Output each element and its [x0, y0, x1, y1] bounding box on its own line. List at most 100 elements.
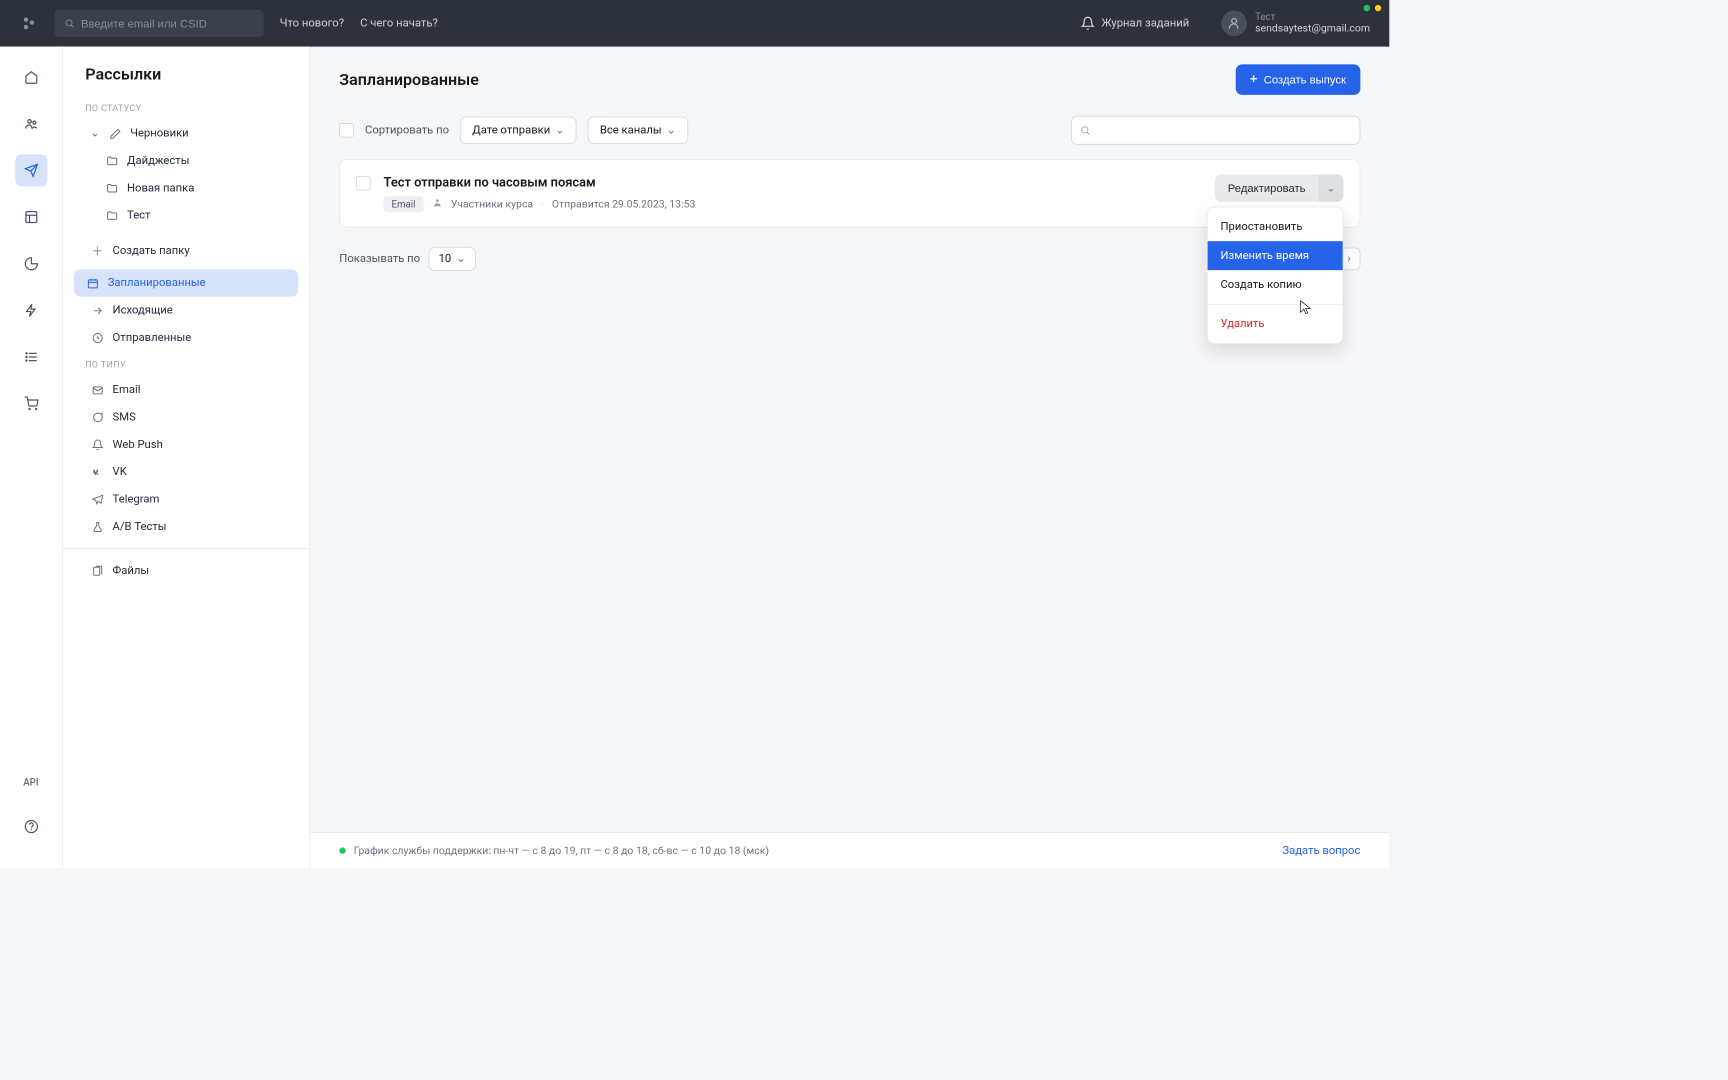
chevron-right-icon: ›	[1347, 252, 1350, 265]
pencil-icon	[108, 126, 122, 140]
global-search[interactable]	[55, 10, 264, 37]
user-menu[interactable]: Тест sendsaytest@gmail.com	[1221, 10, 1370, 36]
sidebar-create-folder[interactable]: ＋ Создать папку	[63, 237, 310, 264]
sort-dropdown[interactable]: Дате отправки ⌄	[460, 117, 576, 144]
send-time-label: Отправится 29.05.2023, 13:53	[552, 198, 695, 210]
sidebar-drafts[interactable]: ⌄ Черновики	[63, 120, 310, 147]
sidebar-item-label: Telegram	[113, 493, 160, 506]
nav-lists[interactable]	[15, 341, 47, 373]
search-icon	[1080, 125, 1091, 136]
whats-new-link[interactable]: Что нового?	[280, 17, 344, 30]
sidebar-sent[interactable]: Отправленные	[63, 324, 310, 351]
nav-templates[interactable]	[15, 201, 47, 233]
person-icon	[1227, 16, 1241, 30]
plus-icon: +	[1250, 72, 1258, 86]
sidebar-ab-tests[interactable]: A/B Тесты	[63, 513, 310, 540]
sidebar-new-folder[interactable]: Новая папка	[63, 174, 310, 201]
sidebar-telegram[interactable]: Telegram	[63, 486, 310, 513]
people-icon	[24, 117, 38, 131]
edit-button[interactable]: Редактировать	[1215, 174, 1318, 201]
page-title: Запланированные	[339, 70, 479, 89]
channel-dropdown[interactable]: Все каналы ⌄	[588, 117, 688, 144]
sidebar-test[interactable]: Тест	[63, 202, 310, 229]
dropdown-value: Все каналы	[600, 124, 662, 137]
menu-change-time[interactable]: Изменить время	[1208, 241, 1343, 270]
menu-delete[interactable]: Удалить	[1208, 310, 1343, 339]
vk-icon	[90, 465, 104, 479]
sidebar-item-label: A/B Тесты	[113, 520, 167, 533]
main-content: Запланированные + Создать выпуск Сортиро…	[310, 47, 1389, 869]
edit-dropdown-toggle[interactable]: ⌄	[1318, 174, 1343, 201]
global-search-input[interactable]	[81, 17, 254, 30]
button-label: Создать выпуск	[1264, 73, 1346, 86]
ask-question-link[interactable]: Задать вопрос	[1282, 844, 1360, 857]
row-checkbox[interactable]	[356, 176, 370, 190]
sidebar-sms[interactable]: SMS	[63, 404, 310, 431]
nav-reports[interactable]	[15, 248, 47, 280]
menu-copy[interactable]: Создать копию	[1208, 270, 1343, 299]
sidebar: Рассылки ПО СТАТУСУ ⌄ Черновики Дайджест…	[63, 47, 311, 869]
mac-traffic-lights	[1364, 5, 1382, 11]
chevron-down-icon: ⌄	[90, 127, 100, 140]
campaign-title: Тест отправки по часовым поясам	[384, 174, 1203, 189]
sidebar-item-label: Черновики	[130, 127, 188, 140]
campaign-card[interactable]: Тест отправки по часовым поясам Email Уч…	[339, 159, 1360, 227]
app-logo[interactable]	[19, 14, 38, 33]
sidebar-item-label: Тест	[127, 209, 150, 222]
sidebar-item-label: Создать папку	[113, 244, 190, 257]
sidebar-webpush[interactable]: Web Push	[63, 431, 310, 458]
folder-icon	[105, 154, 119, 168]
sidebar-outgoing[interactable]: Исходящие	[63, 297, 310, 324]
nav-campaigns[interactable]	[15, 154, 47, 186]
status-dot-icon	[339, 847, 345, 853]
per-page-dropdown[interactable]: 10 ⌄	[428, 247, 476, 271]
getting-started-link[interactable]: С чего начать?	[360, 17, 438, 30]
nav-home[interactable]	[15, 61, 47, 93]
sidebar-item-label: Файлы	[113, 564, 150, 577]
pie-icon	[24, 256, 38, 270]
menu-pause[interactable]: Приостановить	[1208, 212, 1343, 241]
create-issue-button[interactable]: + Создать выпуск	[1235, 64, 1360, 95]
send-icon	[24, 163, 38, 177]
help-icon	[24, 819, 38, 833]
avatar	[1221, 10, 1247, 36]
audience-label: Участники курса	[451, 198, 533, 210]
chevron-down-icon: ⌄	[666, 124, 675, 137]
list-search[interactable]	[1071, 116, 1360, 145]
list-search-input[interactable]	[1091, 124, 1352, 137]
nav-audience[interactable]	[15, 108, 47, 140]
folder-icon	[105, 208, 119, 222]
bell-icon	[1080, 16, 1094, 30]
dropdown-value: 10	[439, 252, 452, 265]
sidebar-item-label: Исходящие	[113, 304, 173, 317]
nav-commerce[interactable]	[15, 388, 47, 420]
select-all-checkbox[interactable]	[339, 123, 353, 137]
user-email: sendsaytest@gmail.com	[1255, 23, 1370, 36]
arrow-out-icon	[90, 303, 104, 317]
bell-icon	[90, 437, 104, 451]
journal-link[interactable]: Журнал заданий	[1080, 16, 1189, 30]
calendar-icon	[85, 276, 99, 290]
sort-by-label: Сортировать по	[365, 124, 449, 137]
nav-help[interactable]	[15, 810, 47, 842]
sidebar-item-label: Новая папка	[127, 182, 194, 195]
bolt-icon	[24, 303, 38, 317]
sidebar-digests[interactable]: Дайджесты	[63, 147, 310, 174]
footer: График службы поддержки: пн-чт — с 8 до …	[310, 832, 1389, 868]
folder-icon	[105, 181, 119, 195]
nav-automation[interactable]	[15, 294, 47, 326]
telegram-icon	[90, 492, 104, 506]
sidebar-vk[interactable]: VK	[63, 458, 310, 485]
sidebar-files[interactable]: Файлы	[63, 557, 310, 584]
sidebar-item-label: SMS	[113, 411, 136, 424]
sidebar-scheduled[interactable]: Запланированные	[74, 269, 298, 296]
sidebar-item-label: VK	[113, 466, 127, 479]
nav-api[interactable]: API	[23, 777, 38, 788]
section-by-status: ПО СТАТУСУ	[63, 95, 310, 120]
chevron-down-icon: ⌄	[456, 252, 465, 265]
journal-label: Журнал заданий	[1101, 17, 1189, 30]
section-by-type: ПО ТИПУ	[63, 351, 310, 376]
list-icon	[24, 350, 38, 364]
topbar: Что нового? С чего начать? Журнал задани…	[0, 0, 1389, 47]
sidebar-email[interactable]: Email	[63, 376, 310, 403]
